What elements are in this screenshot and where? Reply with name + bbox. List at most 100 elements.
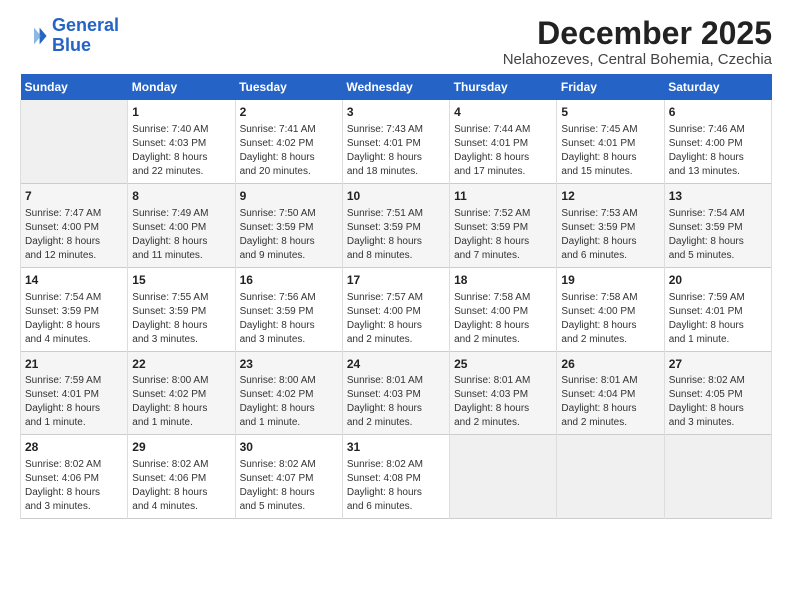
day-info: Sunrise: 8:00 AM Sunset: 4:02 PM Dayligh…	[240, 374, 338, 430]
day-number: 27	[669, 356, 767, 373]
calendar-cell	[664, 435, 771, 519]
logo-line1: General	[52, 15, 119, 35]
calendar-cell: 1Sunrise: 7:40 AM Sunset: 4:03 PM Daylig…	[128, 100, 235, 183]
calendar-cell: 8 Sunrise: 7:49 AM Sunset: 4:00 PM Daylig…	[128, 183, 235, 267]
day-number: 26	[561, 356, 659, 373]
day-number: 4	[454, 104, 552, 121]
logo-text: General Blue	[52, 16, 119, 56]
day-number: 12	[561, 188, 659, 205]
day-info: Sunrise: 7:44 AM Sunset: 4:01 PM Dayligh…	[454, 123, 552, 179]
day-number: 20	[669, 272, 767, 289]
day-info: Sunrise: 7:43 AM Sunset: 4:01 PM Dayligh…	[347, 123, 445, 179]
day-number: 2	[240, 104, 338, 121]
day-info: Sunrise: 7:58 AM Sunset: 4:00 PM Dayligh…	[561, 291, 659, 347]
header-friday: Friday	[557, 74, 664, 100]
calendar-cell: 25Sunrise: 8:01 AM Sunset: 4:03 PM Dayli…	[450, 351, 557, 435]
day-info: Sunrise: 7:54 AM Sunset: 3:59 PM Dayligh…	[25, 291, 123, 347]
day-number: 3	[347, 104, 445, 121]
header-monday: Monday	[128, 74, 235, 100]
day-info: Sunrise: 7:55 AM Sunset: 3:59 PM Dayligh…	[132, 291, 230, 347]
header-thursday: Thursday	[450, 74, 557, 100]
calendar-cell: 13Sunrise: 7:54 AM Sunset: 3:59 PM Dayli…	[664, 183, 771, 267]
day-number: 29	[132, 439, 230, 456]
day-number: 5	[561, 104, 659, 121]
day-number: 14	[25, 272, 123, 289]
calendar-cell: 31Sunrise: 8:02 AM Sunset: 4:08 PM Dayli…	[342, 435, 449, 519]
day-info: Sunrise: 8:01 AM Sunset: 4:03 PM Dayligh…	[347, 374, 445, 430]
day-info: Sunrise: 7:51 AM Sunset: 3:59 PM Dayligh…	[347, 207, 445, 263]
calendar-cell: 26Sunrise: 8:01 AM Sunset: 4:04 PM Dayli…	[557, 351, 664, 435]
day-info: Sunrise: 8:02 AM Sunset: 4:06 PM Dayligh…	[132, 458, 230, 514]
calendar-cell: 17Sunrise: 7:57 AM Sunset: 4:00 PM Dayli…	[342, 267, 449, 351]
day-number: 1	[132, 104, 230, 121]
calendar-cell: 19 Sunrise: 7:58 AM Sunset: 4:00 PM Dayli…	[557, 267, 664, 351]
title-block: December 2025 Nelahozeves, Central Bohem…	[503, 16, 772, 68]
calendar-week-row: 14 Sunrise: 7:54 AM Sunset: 3:59 PM Dayli…	[21, 267, 772, 351]
calendar-cell: 23Sunrise: 8:00 AM Sunset: 4:02 PM Dayli…	[235, 351, 342, 435]
calendar-cell: 28Sunrise: 8:02 AM Sunset: 4:06 PM Dayli…	[21, 435, 128, 519]
day-info: Sunrise: 7:45 AM Sunset: 4:01 PM Dayligh…	[561, 123, 659, 179]
logo: General Blue	[20, 16, 119, 56]
day-info: Sunrise: 8:00 AM Sunset: 4:02 PM Dayligh…	[132, 374, 230, 430]
day-info: Sunrise: 7:41 AM Sunset: 4:02 PM Dayligh…	[240, 123, 338, 179]
calendar-cell: 14 Sunrise: 7:54 AM Sunset: 3:59 PM Dayli…	[21, 267, 128, 351]
day-number: 18	[454, 272, 552, 289]
calendar-week-row: 7 Sunrise: 7:47 AM Sunset: 4:00 PM Daylig…	[21, 183, 772, 267]
calendar-cell: 22Sunrise: 8:00 AM Sunset: 4:02 PM Dayli…	[128, 351, 235, 435]
day-number: 16	[240, 272, 338, 289]
day-info: Sunrise: 8:01 AM Sunset: 4:04 PM Dayligh…	[561, 374, 659, 430]
day-info: Sunrise: 7:50 AM Sunset: 3:59 PM Dayligh…	[240, 207, 338, 263]
day-info: Sunrise: 8:02 AM Sunset: 4:05 PM Dayligh…	[669, 374, 767, 430]
day-info: Sunrise: 7:59 AM Sunset: 4:01 PM Dayligh…	[669, 291, 767, 347]
day-info: Sunrise: 7:52 AM Sunset: 3:59 PM Dayligh…	[454, 207, 552, 263]
calendar-cell: 7 Sunrise: 7:47 AM Sunset: 4:00 PM Daylig…	[21, 183, 128, 267]
day-number: 7	[25, 188, 123, 205]
calendar-cell: 27Sunrise: 8:02 AM Sunset: 4:05 PM Dayli…	[664, 351, 771, 435]
day-number: 17	[347, 272, 445, 289]
calendar-cell: 15 Sunrise: 7:55 AM Sunset: 3:59 PM Dayli…	[128, 267, 235, 351]
calendar-cell: 29 Sunrise: 8:02 AM Sunset: 4:06 PM Dayli…	[128, 435, 235, 519]
calendar-cell: 21Sunrise: 7:59 AM Sunset: 4:01 PM Dayli…	[21, 351, 128, 435]
calendar-week-row: 1Sunrise: 7:40 AM Sunset: 4:03 PM Daylig…	[21, 100, 772, 183]
day-info: Sunrise: 7:46 AM Sunset: 4:00 PM Dayligh…	[669, 123, 767, 179]
day-number: 19	[561, 272, 659, 289]
calendar-header-row: SundayMondayTuesdayWednesdayThursdayFrid…	[21, 74, 772, 100]
calendar-week-row: 21Sunrise: 7:59 AM Sunset: 4:01 PM Dayli…	[21, 351, 772, 435]
calendar-week-row: 28Sunrise: 8:02 AM Sunset: 4:06 PM Dayli…	[21, 435, 772, 519]
page-title: December 2025	[503, 16, 772, 51]
logo-icon	[20, 22, 48, 50]
calendar-cell: 30 Sunrise: 8:02 AM Sunset: 4:07 PM Dayli…	[235, 435, 342, 519]
day-number: 15	[132, 272, 230, 289]
calendar-cell: 9 Sunrise: 7:50 AM Sunset: 3:59 PM Daylig…	[235, 183, 342, 267]
day-number: 25	[454, 356, 552, 373]
day-info: Sunrise: 8:02 AM Sunset: 4:07 PM Dayligh…	[240, 458, 338, 514]
page-header: General Blue December 2025 Nelahozeves, …	[20, 16, 772, 68]
calendar-cell: 6Sunrise: 7:46 AM Sunset: 4:00 PM Daylig…	[664, 100, 771, 183]
calendar-table: SundayMondayTuesdayWednesdayThursdayFrid…	[20, 74, 772, 519]
day-info: Sunrise: 7:49 AM Sunset: 4:00 PM Dayligh…	[132, 207, 230, 263]
day-info: Sunrise: 7:59 AM Sunset: 4:01 PM Dayligh…	[25, 374, 123, 430]
day-number: 23	[240, 356, 338, 373]
header-saturday: Saturday	[664, 74, 771, 100]
calendar-cell: 12Sunrise: 7:53 AM Sunset: 3:59 PM Dayli…	[557, 183, 664, 267]
day-info: Sunrise: 7:56 AM Sunset: 3:59 PM Dayligh…	[240, 291, 338, 347]
calendar-cell: 2 Sunrise: 7:41 AM Sunset: 4:02 PM Daylig…	[235, 100, 342, 183]
day-info: Sunrise: 7:47 AM Sunset: 4:00 PM Dayligh…	[25, 207, 123, 263]
day-number: 9	[240, 188, 338, 205]
calendar-cell: 11Sunrise: 7:52 AM Sunset: 3:59 PM Dayli…	[450, 183, 557, 267]
calendar-cell: 16 Sunrise: 7:56 AM Sunset: 3:59 PM Dayli…	[235, 267, 342, 351]
day-number: 8	[132, 188, 230, 205]
day-info: Sunrise: 8:02 AM Sunset: 4:06 PM Dayligh…	[25, 458, 123, 514]
calendar-cell: 5 Sunrise: 7:45 AM Sunset: 4:01 PM Daylig…	[557, 100, 664, 183]
header-wednesday: Wednesday	[342, 74, 449, 100]
header-tuesday: Tuesday	[235, 74, 342, 100]
calendar-cell	[557, 435, 664, 519]
calendar-cell: 10Sunrise: 7:51 AM Sunset: 3:59 PM Dayli…	[342, 183, 449, 267]
day-info: Sunrise: 7:58 AM Sunset: 4:00 PM Dayligh…	[454, 291, 552, 347]
calendar-cell	[450, 435, 557, 519]
day-number: 22	[132, 356, 230, 373]
calendar-cell: 4 Sunrise: 7:44 AM Sunset: 4:01 PM Daylig…	[450, 100, 557, 183]
calendar-cell: 3 Sunrise: 7:43 AM Sunset: 4:01 PM Daylig…	[342, 100, 449, 183]
day-number: 30	[240, 439, 338, 456]
day-info: Sunrise: 8:02 AM Sunset: 4:08 PM Dayligh…	[347, 458, 445, 514]
